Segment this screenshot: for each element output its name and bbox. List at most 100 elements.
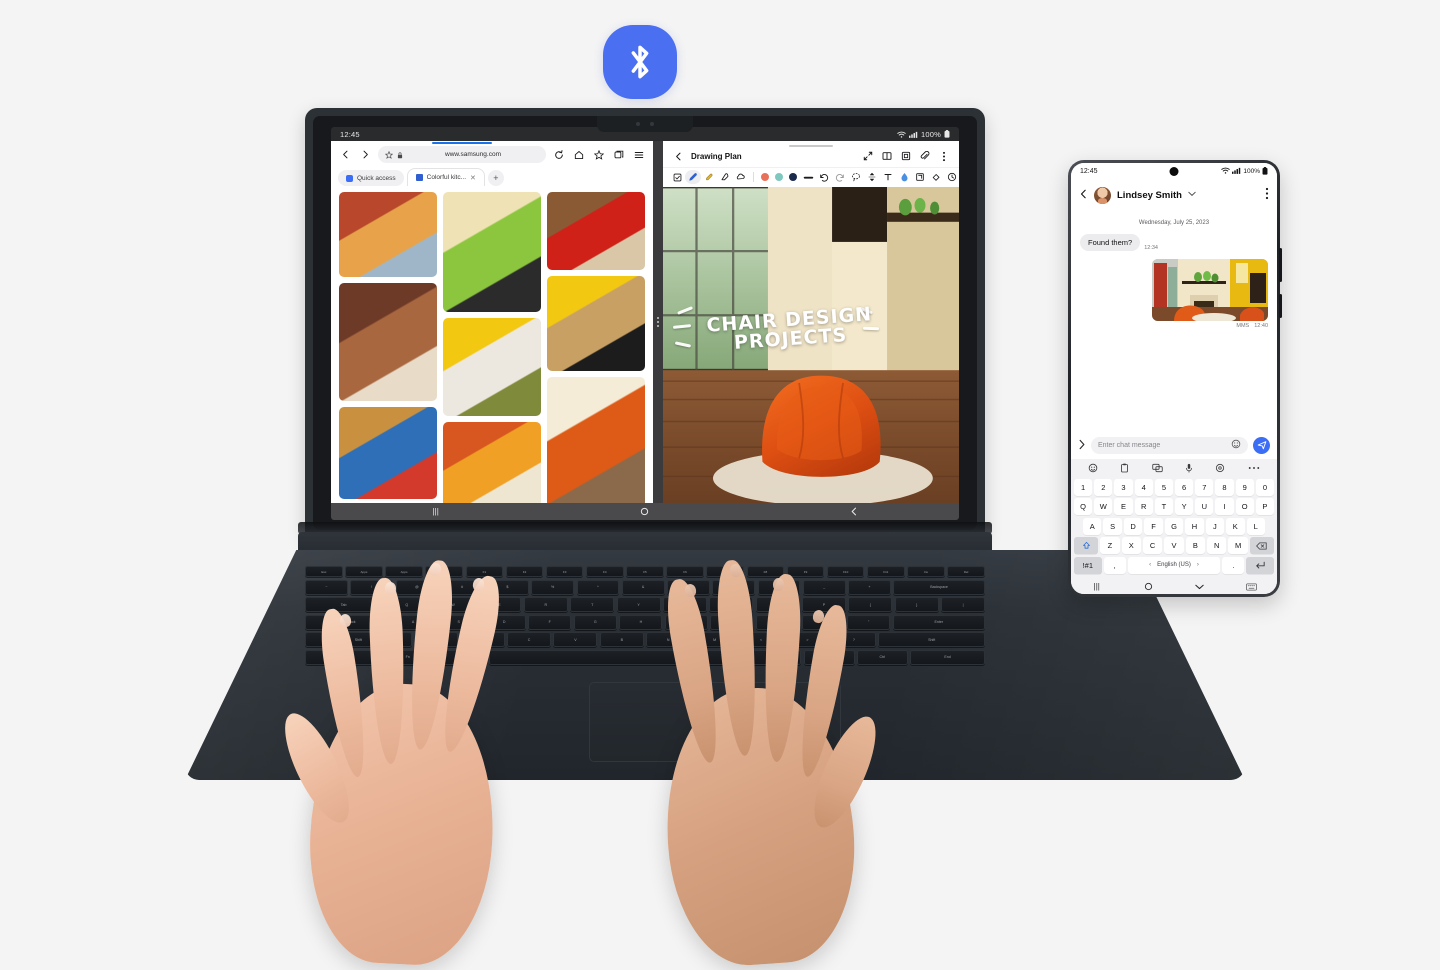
laptop-key[interactable]: S — [437, 614, 481, 630]
laptop-key[interactable]: % — [531, 579, 574, 595]
laptop-key[interactable]: C — [507, 632, 551, 647]
phone-key[interactable]: P — [1255, 498, 1275, 515]
phone-key[interactable]: E — [1114, 498, 1133, 515]
phone-key[interactable]: T — [1154, 498, 1173, 515]
phone-key[interactable]: 5 — [1154, 478, 1173, 496]
phone-key[interactable]: G — [1164, 517, 1184, 535]
gallery-image-red-bowl-table[interactable] — [547, 192, 645, 270]
drag-handle[interactable] — [789, 145, 833, 147]
laptop-key[interactable]: Enter — [892, 614, 985, 630]
laptop-key[interactable]: R — [523, 597, 568, 612]
highlighter-tool-icon[interactable] — [701, 170, 717, 184]
back-chevron-icon[interactable] — [750, 507, 959, 516]
settings-gear-icon[interactable] — [1215, 463, 1225, 473]
laptop-key[interactable]: V — [553, 632, 598, 647]
laptop-key[interactable]: F1 — [465, 566, 504, 577]
clipboard-icon[interactable] — [1120, 463, 1129, 473]
phone-key[interactable]: I — [1215, 498, 1234, 515]
laptop-key[interactable]: F8 — [746, 566, 785, 577]
laptop-key[interactable]: _ — [802, 579, 846, 595]
address-bar[interactable]: www.samsung.com — [378, 142, 546, 164]
laptop-key[interactable]: * — [667, 579, 710, 595]
shift-icon[interactable] — [1073, 537, 1099, 554]
emoji-icon[interactable] — [1231, 436, 1241, 454]
phone-key[interactable]: L — [1246, 517, 1265, 535]
laptop-key[interactable]: Y — [616, 597, 661, 612]
laptop-key[interactable]: Del — [947, 566, 985, 577]
save-icon[interactable] — [900, 150, 912, 162]
crop-icon[interactable] — [912, 170, 928, 184]
laptop-key[interactable]: + — [848, 579, 891, 595]
phone-key[interactable]: A — [1083, 517, 1102, 535]
phone-key[interactable]: K — [1226, 517, 1245, 535]
chevron-right-icon[interactable] — [358, 148, 372, 162]
laptop-key[interactable]: Ins — [907, 566, 945, 577]
laptop-key[interactable]: @ — [395, 579, 439, 595]
comma-key[interactable]: , — [1103, 556, 1126, 574]
laptop-key[interactable]: Shift — [305, 632, 412, 647]
laptop-key[interactable]: & — [621, 579, 665, 595]
laptop-key[interactable]: F10 — [826, 566, 865, 577]
laptop-key[interactable]: H — [619, 614, 663, 630]
laptop-key[interactable]: F9 — [786, 566, 825, 577]
gallery-image-wood-floor-bench[interactable] — [339, 283, 437, 401]
phone-key[interactable]: 9 — [1235, 478, 1254, 496]
keyboard-icon[interactable] — [1226, 582, 1278, 591]
phone-key[interactable]: 2 — [1094, 478, 1113, 496]
laptop-key[interactable]: N — [646, 632, 691, 647]
star-icon[interactable] — [384, 146, 394, 164]
color-swatch-coral[interactable] — [761, 173, 769, 181]
laptop-key[interactable]: # — [440, 579, 484, 595]
drawing-canvas[interactable]: CHAIR DESIGN PROJECTS — [663, 187, 959, 503]
phone-key[interactable]: N — [1207, 537, 1227, 554]
laptop-key[interactable]: F2 — [505, 566, 544, 577]
laptop-key[interactable]: F3 — [545, 566, 584, 577]
phone-key[interactable]: Z — [1100, 537, 1120, 554]
phone-key[interactable]: 6 — [1175, 478, 1194, 496]
laptop-key[interactable]: Apps — [345, 566, 383, 577]
expand-icon[interactable] — [862, 150, 874, 162]
symbols-key[interactable]: !#1 — [1074, 556, 1102, 574]
translate-icon[interactable] — [1152, 463, 1163, 473]
chevron-left-icon[interactable] — [672, 150, 684, 162]
gallery-image-yellow-lounge-chair[interactable] — [547, 276, 645, 371]
phone-key[interactable]: 3 — [1114, 478, 1133, 496]
phone-key[interactable]: R — [1134, 498, 1153, 515]
laptop-key[interactable]: Backspace — [893, 579, 985, 595]
laptop-key[interactable]: T — [570, 597, 615, 612]
message-thread[interactable]: Wednesday, July 25, 2023 Found them? 12:… — [1071, 210, 1277, 432]
laptop-key[interactable]: F — [528, 614, 572, 630]
laptop-key[interactable]: Apps — [425, 566, 464, 577]
favorites-star-icon[interactable] — [592, 148, 606, 162]
laptop-key[interactable]: F6 — [666, 566, 704, 577]
laptop-key[interactable]: I — [709, 597, 754, 612]
gallery-image-blue-red-books[interactable] — [339, 407, 437, 499]
new-tab-button[interactable]: + — [487, 170, 504, 186]
laptop-key[interactable]: F11 — [866, 566, 905, 577]
laptop-key[interactable]: F7 — [706, 566, 745, 577]
laptop-key[interactable]: ! — [350, 579, 393, 595]
close-icon[interactable]: ✕ — [470, 174, 476, 182]
laptop-key[interactable]: > — [785, 632, 830, 647]
laptop-key[interactable]: ? — [831, 632, 876, 647]
attach-icon[interactable] — [919, 150, 931, 162]
laptop-key[interactable]: Tab — [305, 597, 383, 612]
color-swatch-navy[interactable] — [789, 173, 797, 181]
water-drop-icon[interactable] — [896, 170, 912, 184]
phone-key[interactable]: Q — [1073, 498, 1093, 515]
split-screen-divider[interactable] — [653, 141, 663, 503]
laptop-key[interactable]: L — [755, 614, 800, 630]
phone-key[interactable]: 0 — [1255, 478, 1275, 496]
phone-key[interactable]: J — [1205, 517, 1225, 535]
laptop-key[interactable]: " — [847, 614, 891, 630]
message-bubble[interactable]: Found them? — [1080, 234, 1141, 251]
select-tool-icon[interactable] — [669, 170, 685, 184]
recents-icon[interactable]: ||| — [331, 507, 540, 516]
reload-icon[interactable] — [552, 148, 566, 162]
laptop-key[interactable]: J — [664, 614, 708, 630]
laptop-key[interactable]: F5 — [626, 566, 664, 577]
backspace-icon[interactable] — [1249, 537, 1275, 554]
laptop-key[interactable]: | — [941, 597, 986, 612]
phone-key[interactable]: U — [1195, 498, 1214, 515]
laptop-key[interactable]: X — [460, 632, 505, 647]
